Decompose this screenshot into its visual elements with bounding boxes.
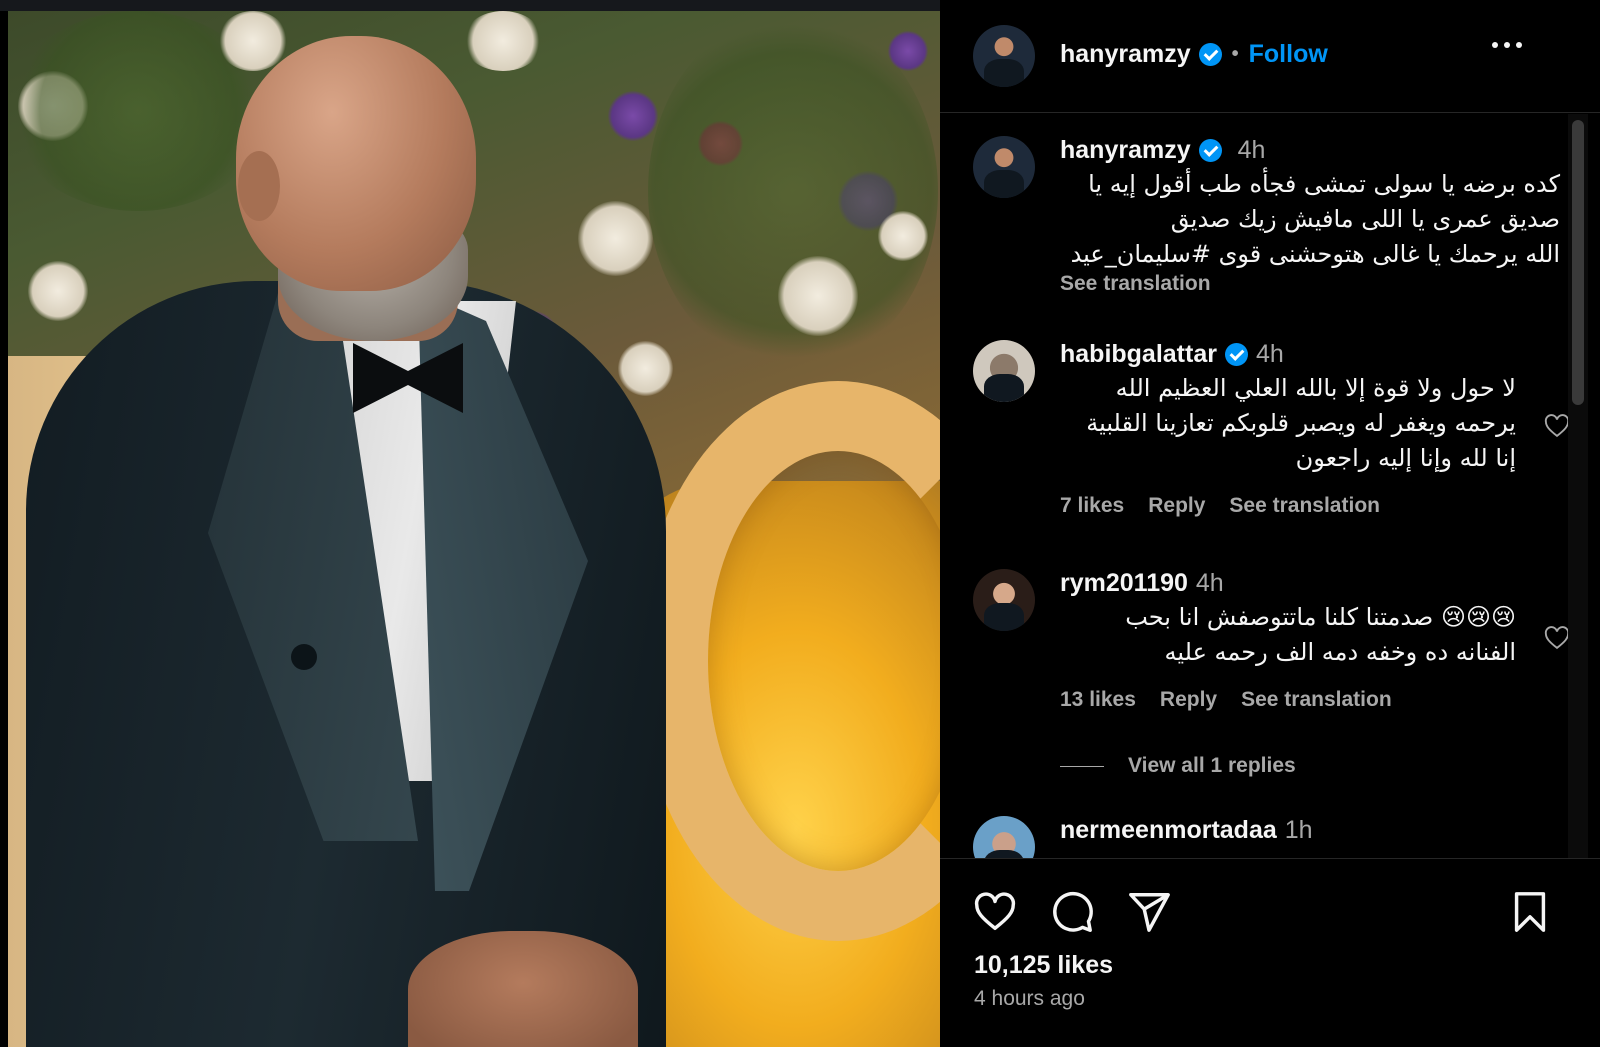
post-timestamp[interactable]: 4 hours ago (974, 987, 1085, 1011)
caption-avatar[interactable] (973, 136, 1035, 198)
post-likes-count[interactable]: 10,125 likes (974, 951, 1113, 980)
bookmark-icon[interactable] (1507, 889, 1553, 935)
verified-badge-icon (1198, 139, 1222, 162)
see-translation-link[interactable]: See translation (1241, 688, 1392, 712)
caption-line: صديق عمرى يا اللى مافيش زيك صديق (1170, 205, 1560, 233)
comment-meta: 7 likes Reply See translation (1060, 494, 1560, 518)
comment-likes[interactable]: 13 likes (1060, 688, 1136, 712)
comment-meta: 13 likes Reply See translation (1060, 688, 1560, 712)
caption-line: الله يرحمك يا غالى هتوحشنى قوى #سليمان_ع… (1070, 240, 1560, 268)
view-replies-button[interactable]: View all 1 replies (1060, 754, 1296, 778)
comment-time[interactable]: 4h (1256, 340, 1284, 369)
comment-line: إنا لله وإنا إليه راجعون (1295, 444, 1516, 472)
post-header: hanyramzy • Follow (940, 0, 1600, 113)
comment-line: يرحمه ويغفر له ويصبر قلوبكم تعازينا القل… (1086, 409, 1516, 437)
reply-button[interactable]: Reply (1160, 688, 1217, 712)
follow-button[interactable]: Follow (1249, 40, 1328, 69)
replies-line (1060, 765, 1104, 767)
comment-text: لا حول ولا قوة إلا بالله العلي العظيم ال… (1060, 371, 1516, 476)
author-avatar[interactable] (973, 25, 1035, 87)
browser-top-strip (0, 0, 940, 11)
comment: nermeenmortadaa 1h (973, 816, 1553, 858)
comment-username[interactable]: rym201190 (1060, 569, 1188, 598)
caption-see-translation[interactable]: See translation (1060, 272, 1560, 296)
man-in-tuxedo (8, 11, 940, 1047)
comment-avatar[interactable] (973, 340, 1035, 402)
comment: habibgalattar 4h لا حول ولا قوة إلا بالل… (973, 340, 1570, 540)
comment-bubble-icon[interactable] (1049, 889, 1095, 935)
comment-likes[interactable]: 7 likes (1060, 494, 1124, 518)
view-replies-label: View all 1 replies (1128, 754, 1296, 777)
verified-badge-icon (1224, 343, 1248, 366)
comment: rym201190 4h 😢😢😢 صدمتنا كلنا ماتتوصفش ان… (973, 569, 1570, 769)
caption-time[interactable]: 4h (1238, 136, 1266, 165)
comment-avatar[interactable] (973, 816, 1035, 858)
comment-time[interactable]: 4h (1196, 569, 1224, 598)
scrollbar-thumb[interactable] (1572, 120, 1584, 405)
see-translation-link[interactable]: See translation (1229, 494, 1380, 518)
heart-icon[interactable] (1543, 624, 1571, 652)
heart-icon[interactable] (972, 889, 1018, 935)
caption-line: كده برضه يا سولى تمشى فجأه طب أقول إيه ي… (1088, 170, 1560, 198)
verified-badge-icon (1198, 43, 1222, 66)
author-line: hanyramzy • Follow (1060, 40, 1328, 69)
paper-plane-icon[interactable] (1126, 889, 1172, 935)
comment-username[interactable]: nermeenmortadaa (1060, 816, 1277, 845)
comment-avatar[interactable] (973, 569, 1035, 631)
author-username[interactable]: hanyramzy (1060, 40, 1191, 69)
heart-icon[interactable] (1543, 412, 1571, 440)
caption-text: كده برضه يا سولى تمشى فجأه طب أقول إيه ي… (1060, 167, 1560, 272)
comment-time[interactable]: 1h (1285, 816, 1313, 845)
comments-list[interactable]: hanyramzy 4h كده برضه يا سولى تمشى فجأه … (940, 114, 1600, 858)
comment-text: 😢😢😢 صدمتنا كلنا ماتتوصفش انا بحب الفنانه… (1060, 600, 1516, 670)
caption: hanyramzy 4h كده برضه يا سولى تمشى فجأه … (973, 136, 1560, 316)
more-dots-icon[interactable] (1492, 42, 1522, 48)
reply-button[interactable]: Reply (1148, 494, 1205, 518)
comment-line: 😢😢😢 صدمتنا كلنا ماتتوصفش انا بحب (1125, 603, 1516, 631)
comment-line: لا حول ولا قوة إلا بالله العلي العظيم ال… (1115, 374, 1516, 402)
separator-dot: • (1231, 43, 1239, 65)
comment-username[interactable]: habibgalattar (1060, 340, 1217, 369)
post-actions: 10,125 likes 4 hours ago (940, 858, 1600, 1047)
post-side-panel: hanyramzy • Follow hanyramzy 4h كده برضه… (940, 0, 1600, 1047)
post-photo[interactable] (8, 11, 940, 1047)
caption-username[interactable]: hanyramzy (1060, 136, 1191, 165)
comment-line: الفنانه ده وخفه دمه الف رحمه عليه (1164, 638, 1516, 666)
